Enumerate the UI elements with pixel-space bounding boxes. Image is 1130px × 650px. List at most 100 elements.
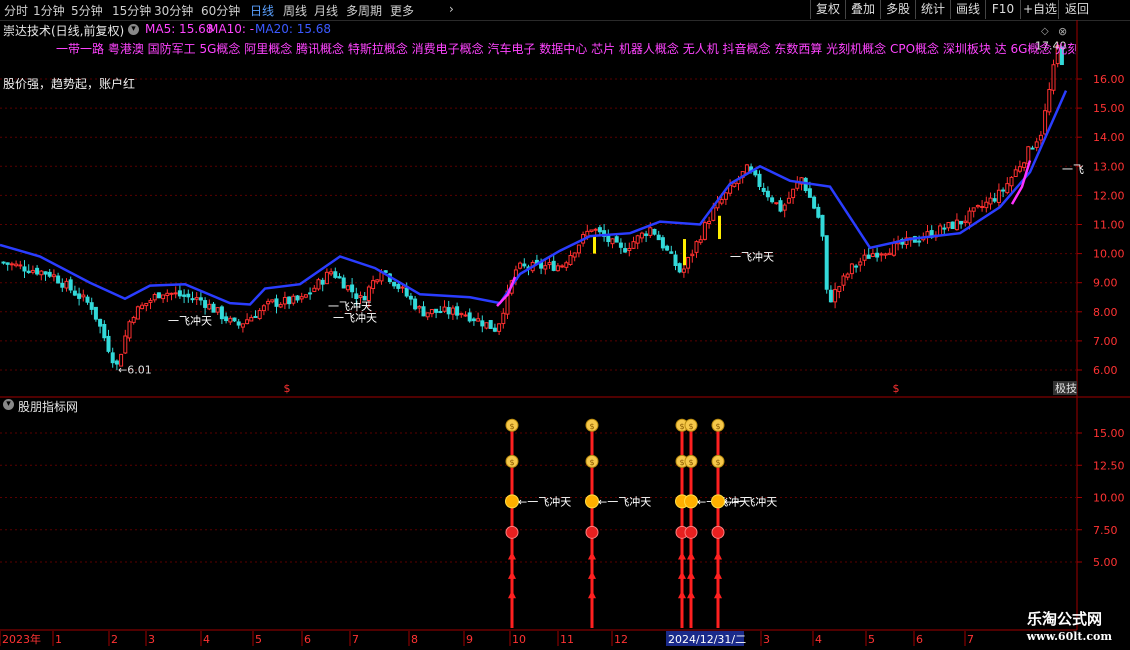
indicator-tick-label: 10.00	[1093, 492, 1125, 505]
time-axis-label: 4	[203, 633, 210, 646]
toolbar-button-7[interactable]: 返回	[1058, 0, 1095, 19]
red-badge-icon	[711, 525, 725, 539]
toolbar-button-1[interactable]: 叠加	[845, 0, 880, 19]
candle-body	[980, 205, 985, 208]
candle-body	[988, 197, 993, 205]
candle-body	[623, 248, 628, 253]
toolbar-button-3[interactable]: 统计	[915, 0, 950, 19]
candle-body	[551, 260, 556, 271]
toolbar-button-0[interactable]: 复权	[810, 0, 845, 19]
toolbar-button-4[interactable]: 画线	[950, 0, 985, 19]
candle-body	[497, 323, 502, 332]
time-axis-label: 5	[255, 633, 262, 646]
toolbar-button-6[interactable]: +自选	[1020, 0, 1059, 19]
candle-body	[723, 192, 728, 200]
period-toolbar: 分时 1分钟 5分钟 15分钟 30分钟 60分钟 日线 周线 月线 多周期 更多 › 复权 叠加 多股 统计…	[0, 0, 1130, 21]
chart-canvas[interactable]: 16.0015.0014.0013.0012.0011.0010.009.008…	[0, 20, 1130, 650]
candle-body	[887, 252, 892, 256]
timeframe-tab-8[interactable]: 月线	[314, 2, 338, 19]
price-tick-label: 7.00	[1093, 335, 1118, 348]
chevron-down-circle-icon[interactable]: ▾	[128, 24, 139, 35]
candle-body	[236, 321, 241, 326]
time-axis-label: 4	[815, 633, 822, 646]
ma10-label: MA10: -	[208, 22, 255, 36]
circle-close-icon[interactable]: ⊗	[1058, 25, 1067, 38]
diamond-icon[interactable]: ◇	[1041, 26, 1049, 37]
timeframe-tab-2[interactable]: 5分钟	[71, 2, 103, 19]
up-arrow-icon	[687, 570, 695, 579]
price-tick-label: 16.00	[1093, 73, 1125, 86]
candle-body	[350, 284, 355, 293]
candle-body	[761, 187, 766, 192]
candle-body	[442, 306, 447, 312]
time-axis-label: 7	[967, 633, 974, 646]
indicator-tick-label: 15.00	[1093, 427, 1125, 440]
candle-body	[824, 235, 829, 290]
candle-body	[757, 173, 762, 187]
candle-body	[228, 317, 233, 323]
timeframe-tab-4[interactable]: 30分钟	[154, 2, 193, 19]
candle-body	[144, 302, 149, 307]
money-bag-symbol: $	[509, 458, 514, 467]
candle-body	[408, 295, 413, 300]
chevron-down-circle-icon[interactable]: ▾	[3, 399, 14, 410]
toolbar-button-5[interactable]: F10	[985, 0, 1020, 19]
candle-body	[165, 292, 170, 297]
candle-body	[732, 182, 737, 187]
candle-body	[631, 241, 636, 249]
watermark-title: 乐淘公式网	[1026, 610, 1102, 628]
time-axis-label: 6	[304, 633, 311, 646]
candle-body	[614, 236, 619, 243]
timeframe-tab-10[interactable]: 更多	[390, 2, 414, 19]
candle-body	[303, 294, 308, 298]
candle-body	[665, 245, 670, 251]
indicator-title: 股朋指标网	[18, 400, 79, 414]
timeframe-tab-9[interactable]: 多周期	[346, 2, 382, 19]
candle-body	[1047, 89, 1052, 113]
candle-body	[345, 285, 350, 291]
money-bag-symbol: $	[715, 458, 720, 467]
candle-body	[224, 316, 229, 322]
low-price-marker: ←6.01	[118, 364, 152, 377]
candle-body	[971, 207, 976, 212]
toolbar-button-2[interactable]: 多股	[880, 0, 915, 19]
timeframe-tab-6[interactable]: 日线	[250, 2, 274, 19]
timeframe-tab-5[interactable]: 60分钟	[201, 2, 240, 19]
time-axis-label: 5	[868, 633, 875, 646]
timeframe-tab-0[interactable]: 分时	[4, 2, 28, 19]
candle-body	[203, 300, 208, 308]
candle-body	[572, 252, 577, 258]
candle-body	[383, 270, 388, 273]
dollar-marker-1: $	[893, 382, 900, 395]
candle-body	[812, 196, 817, 209]
candle-body	[938, 225, 943, 236]
timeframe-tab-7[interactable]: 周线	[283, 2, 307, 19]
timeframe-tab-1[interactable]: 1分钟	[33, 2, 65, 19]
candle-body	[215, 307, 220, 313]
candle-body	[1043, 110, 1048, 135]
price-tick-label: 12.00	[1093, 189, 1125, 202]
candle-body	[744, 164, 749, 174]
money-bag-symbol: $	[679, 422, 684, 431]
up-arrow-icon	[687, 590, 695, 599]
candle-body	[85, 296, 90, 303]
candle-body	[455, 306, 460, 316]
candle-body	[795, 182, 800, 189]
candle-body	[1038, 134, 1043, 141]
candle-body	[975, 204, 980, 208]
dollar-marker-0: $	[284, 382, 291, 395]
candle-body	[1022, 162, 1027, 168]
candle-body	[753, 169, 758, 176]
up-arrow-icon	[588, 570, 596, 579]
candle-body	[1009, 176, 1014, 187]
up-arrow-icon	[687, 551, 695, 560]
candle-body	[127, 321, 132, 339]
candle-body	[173, 292, 178, 295]
chevron-right-icon[interactable]: ›	[449, 2, 454, 16]
timeframe-tab-3[interactable]: 15分钟	[112, 2, 151, 19]
candle-body	[673, 254, 678, 266]
candle-body	[257, 310, 262, 319]
candle-body	[266, 300, 271, 305]
candle-body	[261, 305, 266, 312]
candle-body	[954, 219, 959, 231]
